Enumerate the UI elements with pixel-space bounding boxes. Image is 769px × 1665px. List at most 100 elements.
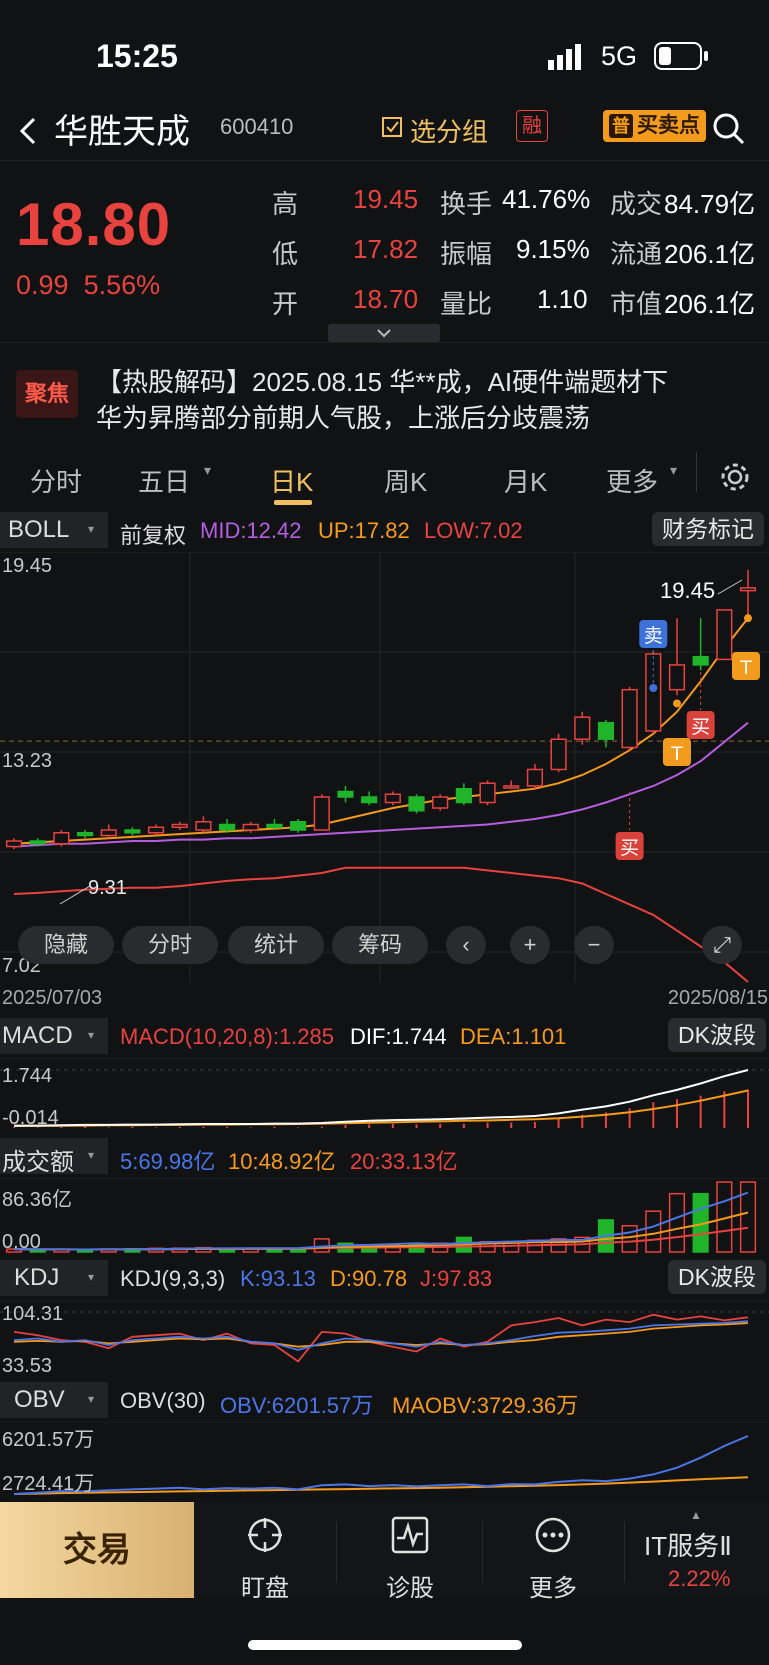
sector-caret-up-icon: ▲ [690,1508,702,1522]
buy-tag-1: 买 [620,837,639,859]
gear-icon[interactable] [718,460,752,494]
tab-weekly-k[interactable]: 周K [384,462,427,499]
t-dot-1 [672,699,681,708]
mcap-label: 市值 [610,289,663,319]
home-indicator [248,1640,522,1650]
volume-header: 成交额 ▾ 5:69.98亿 10:48.92亿 20:33.13亿 [0,1134,769,1178]
boll-caret-icon: ▾ [88,522,95,536]
adjust-mode[interactable]: 前复权 [120,518,186,550]
change-value: 0.99 [16,270,69,300]
pulse-chart-icon[interactable] [391,1516,429,1554]
low-value: 17.82 [353,234,419,264]
candles [5,570,757,849]
t-tag-2: T [739,657,752,679]
turnover-value: 41.76% [502,184,591,214]
bs-icon: 普 [609,114,633,138]
sell-dot [649,684,658,692]
buy-sell-points-button[interactable]: 普买卖点 [603,110,706,142]
kdj-dk-band-button[interactable]: DK波段 [668,1260,766,1294]
group-checkbox-icon[interactable] [381,116,403,143]
kdj-bottom-tick: 33.53 [2,1355,52,1376]
candle-body-20 [479,782,496,804]
candle-body-13 [313,796,330,831]
macd-top-tick: 1.744 [2,1065,52,1087]
candle-body-26 [621,688,638,749]
t-dot-2 [744,614,752,623]
tab-daily-k[interactable]: 日K [270,462,313,499]
macd-chart[interactable]: 1.744 -0.014 [0,1058,769,1132]
watch-button[interactable]: 盯盘 [215,1568,315,1603]
tab-monthly-k[interactable]: 月K [504,462,547,499]
obv-chart[interactable]: 6201.57万 2724.41万 [0,1422,769,1502]
margin-badge[interactable]: 融 [516,110,548,142]
tab-intraday[interactable]: 分时 [30,462,82,499]
volume-chart[interactable]: 86.36亿 0.00 [0,1178,769,1254]
news-line-2[interactable]: 华为昇腾部分前期人气股，上涨后分歧震荡 [96,398,590,435]
candle-body-6 [147,826,165,834]
candle-body-14 [337,790,354,798]
sector-name[interactable]: IT服务Ⅱ [644,1526,732,1563]
candle-body-17 [408,796,425,812]
boll-up: UP:17.82 [318,518,410,543]
boll-header: BOLL ▾ 前复权 MID:12.42 UP:17.82 LOW:7.02 财… [0,508,769,552]
kdj-caret-icon: ▾ [88,1270,95,1284]
obv-line [13,1435,749,1495]
scroll-left-icon[interactable]: ‹ [446,926,486,964]
candle-body-12 [290,821,307,831]
obv-name: OBV [14,1386,65,1413]
more-caret-icon: ▾ [670,462,678,478]
macd-bottom-tick: -0.014 [2,1107,59,1129]
buy-tag-2: 买 [691,716,710,738]
date-start: 2025/07/03 [2,987,102,1009]
zoom-out-icon[interactable]: − [574,926,614,964]
trade-button[interactable]: 交易 [0,1502,194,1598]
deal-label: 成交 [610,189,663,219]
tab-more[interactable]: 更多 [606,462,658,499]
volume-ma10: 10:48.92亿 [228,1149,336,1174]
search-icon[interactable] [712,112,746,146]
candle-body-15 [361,796,378,804]
macd-caret-icon: ▾ [88,1028,95,1042]
bs-label: 买卖点 [637,114,700,137]
network-label: 5G [601,41,638,71]
candle-body-21 [503,785,520,789]
intraday-button[interactable]: 分时 [122,926,218,964]
chevron-left-icon[interactable] [18,116,38,146]
kdj-k: K:93.13 [240,1266,316,1291]
candle-body-31 [739,587,757,592]
volume-caret-icon: ▾ [88,1148,95,1162]
kdj-top-tick: 104.31 [2,1303,63,1325]
volume-ma5: 5:69.98亿 [120,1149,216,1174]
more-button[interactable]: 更多 [503,1568,603,1603]
active-tab-indicator [274,500,312,505]
float-label: 流通 [610,239,663,269]
news-line-1[interactable]: 【热股解码】2025.08.15 华**成，AI硬件端题材下 [96,362,668,399]
select-group-button[interactable]: 选分组 [410,112,488,149]
stats-button[interactable]: 统计 [228,926,324,964]
macd-value: MACD(10,20,8):1.285 [120,1024,334,1049]
finance-mark-button[interactable]: 财务标记 [652,512,764,546]
volume-bottom-tick: 0.00 [2,1231,41,1253]
fullscreen-icon[interactable]: ⤢ [702,926,742,964]
chips-button[interactable]: 筹码 [332,926,428,964]
crosshair-icon[interactable] [246,1516,284,1554]
more-dots-icon[interactable] [534,1516,572,1554]
zoom-in-icon[interactable]: + [510,926,550,964]
candle-body-8 [195,821,212,831]
macd-dif-line [14,1069,749,1127]
volume-bar-27 [645,1210,662,1253]
kdj-chart[interactable]: 104.31 33.53 [0,1300,769,1376]
tab-five-day[interactable]: 五日 [138,462,190,499]
price-change: 0.99 5.56% [16,270,160,301]
sell-tag: 卖 [644,625,663,647]
candle-body-4 [100,829,117,837]
min-mark-pointer [59,885,91,905]
candle-body-3 [76,832,94,837]
open-label: 开 [272,289,299,319]
obv-value: OBV:6201.57万 [220,1393,374,1418]
kdj-j-line [13,1313,749,1363]
expand-quote-button[interactable] [328,324,440,342]
hide-button[interactable]: 隐藏 [18,926,114,964]
dk-band-button[interactable]: DK波段 [668,1018,766,1052]
diagnose-button[interactable]: 诊股 [360,1568,460,1603]
